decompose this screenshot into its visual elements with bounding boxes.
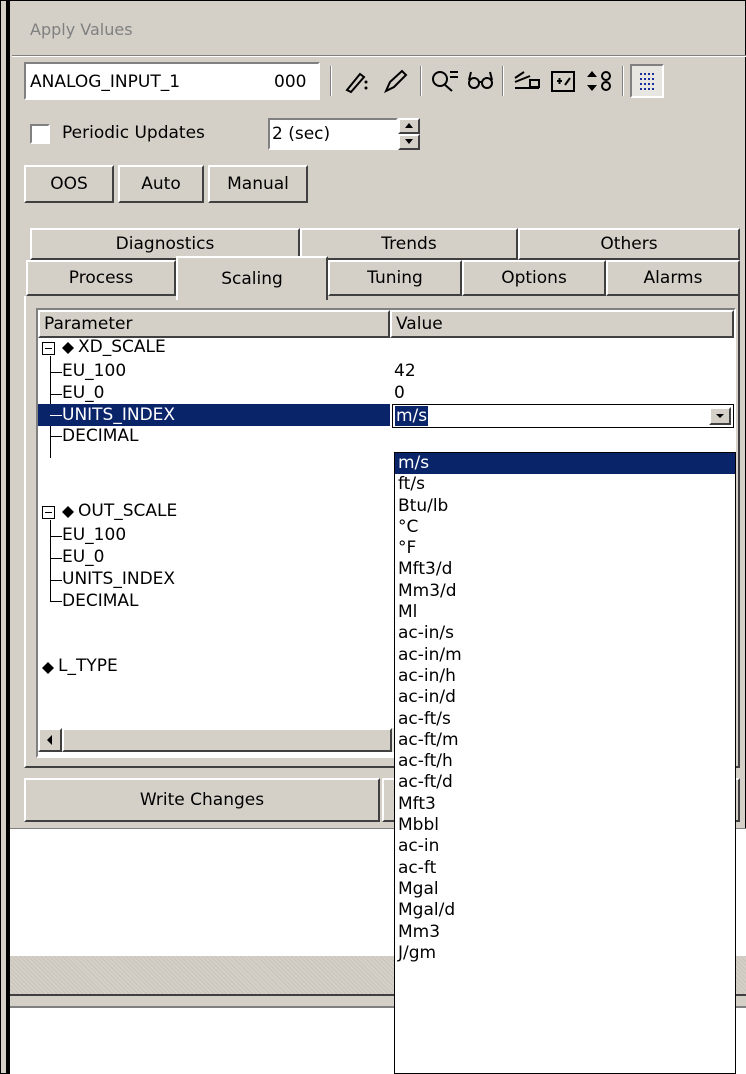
sort-icon[interactable] <box>586 68 616 94</box>
units-option[interactable]: Mm3/d <box>395 581 735 602</box>
interval-value: 2 (sec) <box>272 124 331 144</box>
xd-scale-label[interactable]: XD_SCALE <box>78 337 166 357</box>
toolbar-separator <box>502 66 504 96</box>
units-dropdown-items: m/s ft/s Btu/lb °C °F Mft3/d Mm3/d Ml ac-in/s ac-… <box>395 453 735 964</box>
units-option[interactable]: °C <box>395 517 735 538</box>
units-option[interactable]: Btu/lb <box>395 496 735 517</box>
interval-spinner-up[interactable] <box>398 118 420 134</box>
l-type-node-icon <box>42 662 54 674</box>
xd-scale-collapse-toggle[interactable] <box>42 342 55 355</box>
scroll-thumb[interactable] <box>62 728 392 752</box>
xd-eu-0-value[interactable]: 0 <box>394 383 405 403</box>
interval-spinner-down[interactable] <box>398 134 420 150</box>
tree-line <box>50 536 62 537</box>
out-decimal-label[interactable]: DECIMAL <box>62 591 138 611</box>
device-name: ANALOG_INPUT_1 <box>30 72 181 92</box>
calculator-icon[interactable] <box>548 68 578 94</box>
units-option[interactable]: J/gm <box>395 943 735 964</box>
units-option[interactable]: ac-ft/h <box>395 751 735 772</box>
units-option[interactable]: m/s <box>395 453 735 475</box>
tab-options[interactable]: Options <box>462 260 606 296</box>
units-option[interactable]: ac-in/d <box>395 687 735 708</box>
write-changes-button[interactable]: Write Changes <box>24 778 380 822</box>
list-view-icon[interactable] <box>630 64 664 98</box>
toolbar <box>326 62 746 100</box>
scroll-left-button[interactable] <box>38 728 62 752</box>
units-option[interactable]: Mgal <box>395 879 735 900</box>
l-type-label[interactable]: L_TYPE <box>58 656 118 676</box>
pencil-icon[interactable] <box>382 68 410 94</box>
units-option[interactable]: ac-in/s <box>395 623 735 644</box>
units-option[interactable]: °F <box>395 538 735 559</box>
title-divider <box>12 55 746 57</box>
glasses-icon[interactable] <box>466 68 496 94</box>
units-option[interactable]: Ml <box>395 602 735 623</box>
out-scale-node-icon <box>62 506 74 518</box>
units-combo-box[interactable]: m/s <box>392 404 734 428</box>
units-option[interactable]: ac-ft <box>395 858 735 879</box>
tab-tuning[interactable]: Tuning <box>328 260 462 296</box>
tab-process[interactable]: Process <box>26 260 176 296</box>
units-option[interactable]: ac-ft/d <box>395 772 735 793</box>
toolbar-separator <box>330 66 332 96</box>
tab-alarms[interactable]: Alarms <box>606 260 740 296</box>
tree-line <box>50 558 62 559</box>
units-option[interactable]: ac-in/h <box>395 666 735 687</box>
tree-line <box>50 601 62 602</box>
tab-others[interactable]: Others <box>518 228 740 260</box>
units-option[interactable]: ft/s <box>395 474 735 495</box>
units-option[interactable]: ac-ft/s <box>395 709 735 730</box>
tree-line <box>50 580 62 581</box>
tab-scaling[interactable]: Scaling <box>176 256 328 300</box>
units-dropdown-list[interactable]: m/s ft/s Btu/lb °C °F Mft3/d Mm3/d Ml ac-in/s ac-… <box>394 452 736 1074</box>
compare-icon[interactable] <box>430 68 462 94</box>
interval-field[interactable]: 2 (sec) <box>268 118 398 150</box>
out-eu-100-label[interactable]: EU_100 <box>62 525 126 545</box>
units-option[interactable]: Mft3 <box>395 794 735 815</box>
tree-line <box>50 436 62 437</box>
out-scale-collapse-toggle[interactable] <box>42 506 55 519</box>
periodic-updates-checkbox[interactable] <box>30 124 50 144</box>
tree-line <box>50 520 51 602</box>
auto-button[interactable]: Auto <box>118 165 204 203</box>
out-scale-label[interactable]: OUT_SCALE <box>78 501 177 521</box>
toolbar-separator <box>420 66 422 96</box>
device-field[interactable]: ANALOG_INPUT_1 000 <box>24 62 320 100</box>
units-option[interactable]: ac-in <box>395 836 735 857</box>
device-index: 000 <box>274 72 307 92</box>
oos-button[interactable]: OOS <box>24 165 114 203</box>
xd-eu-0-label[interactable]: EU_0 <box>62 383 105 403</box>
units-option[interactable]: Mft3/d <box>395 559 735 580</box>
xd-eu-100-value[interactable]: 42 <box>394 361 416 381</box>
toolbar-separator <box>622 66 624 96</box>
tree-line <box>50 372 62 373</box>
units-option[interactable]: Mbbl <box>395 815 735 836</box>
column-header-parameter-label: Parameter <box>44 314 133 334</box>
units-combo-value: m/s <box>395 406 429 426</box>
units-combo-dropdown-button[interactable] <box>709 407 731 425</box>
units-option[interactable]: Mm3 <box>395 922 735 943</box>
out-eu-0-label[interactable]: EU_0 <box>62 547 105 567</box>
units-option[interactable]: Mgal/d <box>395 900 735 921</box>
column-header-value-label: Value <box>396 314 443 334</box>
tree-line <box>50 415 62 416</box>
tree-line <box>50 394 62 395</box>
periodic-updates-label: Periodic Updates <box>62 123 205 143</box>
upload-icon[interactable] <box>512 68 542 94</box>
manual-button[interactable]: Manual <box>208 165 308 203</box>
column-header-parameter[interactable]: Parameter <box>38 310 390 338</box>
xd-eu-100-label[interactable]: EU_100 <box>62 361 126 381</box>
column-header-value[interactable]: Value <box>390 310 734 338</box>
xd-decimal-label[interactable]: DECIMAL <box>62 426 138 446</box>
xd-scale-node-icon <box>62 342 74 354</box>
tab-trends[interactable]: Trends <box>300 228 518 260</box>
units-option[interactable]: ac-in/m <box>395 645 735 666</box>
edit-icon[interactable] <box>344 68 374 94</box>
units-option[interactable]: ac-ft/m <box>395 730 735 751</box>
panel-title: Apply Values <box>30 20 133 39</box>
out-units-index-label[interactable]: UNITS_INDEX <box>62 569 175 589</box>
xd-units-index-label[interactable]: UNITS_INDEX <box>62 405 175 425</box>
